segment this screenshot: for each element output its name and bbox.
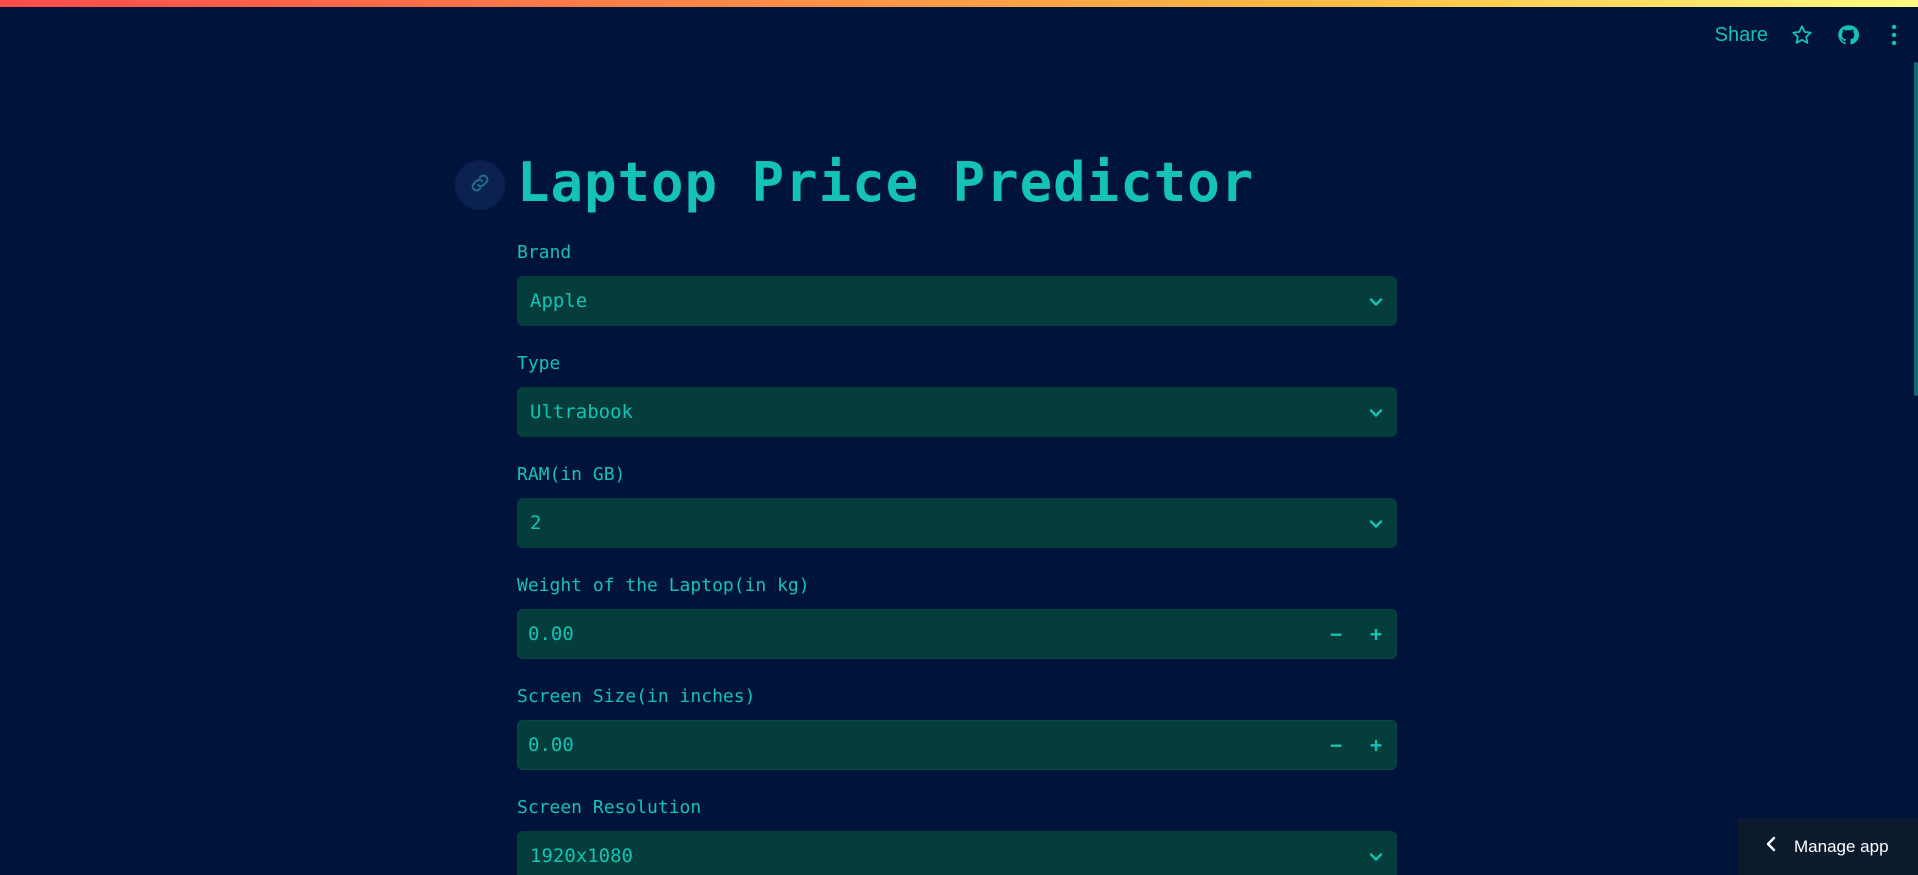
star-icon[interactable] (1790, 23, 1814, 47)
manage-app-label: Manage app (1794, 836, 1889, 856)
weight-field: Weight of the Laptop(in kg) − + (517, 575, 1397, 659)
chevron-down-icon (1369, 512, 1383, 534)
screen-size-decrement-button[interactable]: − (1316, 721, 1356, 769)
chevron-down-icon (1369, 845, 1383, 867)
brand-field: Brand Apple (517, 242, 1397, 326)
weight-increment-button[interactable]: + (1356, 610, 1396, 658)
ram-select[interactable]: 2 (517, 498, 1397, 548)
type-field: Type Ultrabook (517, 353, 1397, 437)
ram-select-value: 2 (530, 512, 542, 534)
weight-number-input: − + (517, 609, 1397, 659)
anchor-link-button[interactable] (455, 160, 505, 210)
decoration-bar (0, 0, 1918, 7)
github-icon[interactable] (1836, 23, 1860, 47)
screen-size-field: Screen Size(in inches) − + (517, 686, 1397, 770)
resolution-field: Screen Resolution 1920x1080 (517, 797, 1397, 875)
brand-select-value: Apple (530, 290, 588, 312)
weight-input[interactable] (518, 610, 1316, 658)
share-button[interactable]: Share (1715, 24, 1768, 47)
screen-size-input[interactable] (518, 721, 1316, 769)
weight-label: Weight of the Laptop(in kg) (517, 575, 810, 596)
link-icon (468, 171, 492, 199)
manage-app-button[interactable]: Manage app (1738, 818, 1918, 875)
resolution-label: Screen Resolution (517, 797, 702, 818)
weight-decrement-button[interactable]: − (1316, 610, 1356, 658)
type-label: Type (517, 353, 561, 374)
resolution-select-value: 1920x1080 (530, 845, 633, 867)
type-select-value: Ultrabook (530, 401, 633, 423)
type-select[interactable]: Ultrabook (517, 387, 1397, 437)
ram-field: RAM(in GB) 2 (517, 464, 1397, 548)
ram-label: RAM(in GB) (517, 464, 626, 485)
screen-size-label: Screen Size(in inches) (517, 686, 756, 707)
screen-size-number-input: − + (517, 720, 1397, 770)
page-title: Laptop Price Predictor (517, 151, 1255, 214)
page-scrollbar[interactable] (1914, 62, 1918, 396)
chevron-left-icon (1766, 836, 1776, 857)
resolution-select[interactable]: 1920x1080 (517, 831, 1397, 875)
brand-select[interactable]: Apple (517, 276, 1397, 326)
main-content: Laptop Price Predictor Brand Apple Type … (455, 150, 1397, 875)
more-vertical-icon[interactable] (1882, 23, 1906, 47)
brand-label: Brand (517, 242, 572, 263)
screen-size-increment-button[interactable]: + (1356, 721, 1396, 769)
app-header: Share (1715, 18, 1906, 52)
chevron-down-icon (1369, 290, 1383, 312)
chevron-down-icon (1369, 401, 1383, 423)
